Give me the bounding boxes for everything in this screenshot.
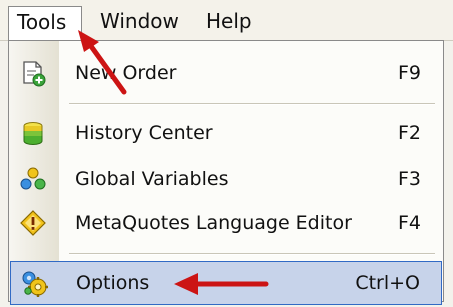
options-icon xyxy=(20,269,48,297)
menu-bar: Tools Window Help xyxy=(0,0,453,41)
menu-item-label: Options xyxy=(76,272,150,294)
menu-item-label: New Order xyxy=(75,62,177,84)
menu-item-metaquotes-language-editor[interactable]: MetaQuotes Language Editor F4 xyxy=(9,201,443,245)
menu-separator xyxy=(69,103,435,105)
app-window: Tools Window Help New Order F9 History C… xyxy=(0,0,453,307)
menu-item-label: Global Variables xyxy=(75,168,229,190)
menu-item-new-order[interactable]: New Order F9 xyxy=(9,51,443,95)
menu-item-shortcut: Ctrl+O xyxy=(355,272,420,294)
history-center-icon xyxy=(19,119,47,147)
menu-item-label: MetaQuotes Language Editor xyxy=(75,212,352,234)
menu-item-shortcut: F9 xyxy=(397,62,421,84)
menu-window[interactable]: Window xyxy=(92,6,187,36)
menu-item-shortcut: F2 xyxy=(397,122,421,144)
menu-item-shortcut: F3 xyxy=(397,168,421,190)
menu-item-global-variables[interactable]: Global Variables F3 xyxy=(9,157,443,201)
menu-item-label: History Center xyxy=(75,122,213,144)
menu-item-shortcut: F4 xyxy=(397,212,421,234)
menu-help[interactable]: Help xyxy=(198,6,260,36)
global-variables-icon xyxy=(19,165,47,193)
menu-item-options[interactable]: Options Ctrl+O xyxy=(10,261,442,305)
menu-separator xyxy=(69,253,435,255)
metaeditor-icon xyxy=(19,209,47,237)
menu-item-history-center[interactable]: History Center F2 xyxy=(9,111,443,155)
new-order-icon xyxy=(19,59,47,87)
menu-tools[interactable]: Tools xyxy=(8,6,82,40)
tools-dropdown-menu: New Order F9 History Center F2 Global Va… xyxy=(8,40,444,305)
